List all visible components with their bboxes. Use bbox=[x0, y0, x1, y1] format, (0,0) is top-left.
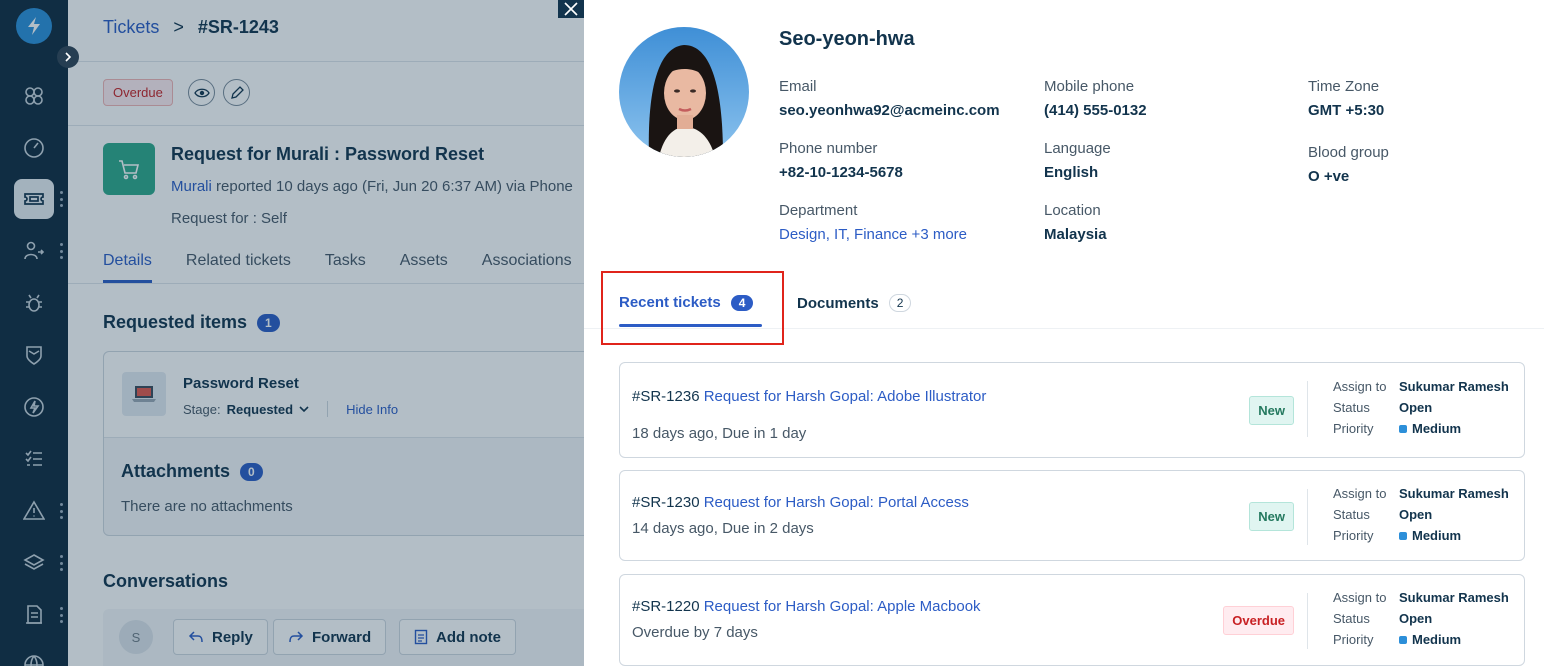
assign-label: Assign to bbox=[1333, 486, 1387, 501]
ticket-meta: Assign to Sukumar Ramesh Status Open Pri… bbox=[1333, 486, 1509, 543]
mobile-phone-label: Mobile phone bbox=[1044, 78, 1135, 95]
divider bbox=[1307, 489, 1308, 545]
ticket-card[interactable]: #SR-1220 Request for Harsh Gopal: Apple … bbox=[619, 574, 1525, 666]
priority-text: Medium bbox=[1412, 528, 1462, 543]
ticket-meta: Assign to Sukumar Ramesh Status Open Pri… bbox=[1333, 379, 1509, 436]
time-zone-value: GMT +5:30 bbox=[1308, 102, 1385, 119]
status-value: Open bbox=[1399, 507, 1433, 522]
blood-group-label: Blood group bbox=[1308, 144, 1389, 161]
blood-group-value: O +ve bbox=[1308, 168, 1350, 185]
time-zone-label: Time Zone bbox=[1308, 78, 1380, 95]
blood-group-field: Blood group O +ve bbox=[1308, 144, 1389, 185]
priority-dot-icon bbox=[1399, 424, 1407, 433]
priority-value: Medium bbox=[1399, 421, 1509, 436]
status-label: Status bbox=[1333, 507, 1370, 522]
status-value: Open bbox=[1399, 400, 1433, 415]
priority-text: Medium bbox=[1412, 632, 1462, 647]
status-value: Open bbox=[1399, 611, 1433, 626]
ticket-due: Overdue by 7 days bbox=[632, 624, 758, 641]
priority-dot-icon bbox=[1399, 635, 1407, 644]
status-badge: New bbox=[1249, 396, 1294, 425]
priority-dot-icon bbox=[1399, 531, 1407, 540]
ticket-id: #SR-1220 bbox=[632, 598, 700, 615]
profile-name: Seo-yeon-hwa bbox=[779, 28, 915, 50]
email-label: Email bbox=[779, 78, 817, 95]
priority-label: Priority bbox=[1333, 528, 1374, 543]
ticket-title-link[interactable]: Request for Harsh Gopal: Portal Access bbox=[704, 494, 969, 511]
ticket-heading: #SR-1220 Request for Harsh Gopal: Apple … bbox=[632, 598, 981, 615]
ticket-card[interactable]: #SR-1230 Request for Harsh Gopal: Portal… bbox=[619, 470, 1525, 561]
ticket-title-link[interactable]: Request for Harsh Gopal: Apple Macbook bbox=[704, 598, 981, 615]
priority-value: Medium bbox=[1399, 632, 1509, 647]
modal-backdrop[interactable] bbox=[0, 0, 584, 666]
location-value: Malaysia bbox=[1044, 226, 1107, 243]
divider bbox=[1307, 381, 1308, 437]
phone-number-field: Phone number +82-10-1234-5678 bbox=[779, 140, 903, 181]
language-field: Language English bbox=[1044, 140, 1111, 181]
status-label: Status bbox=[1333, 400, 1370, 415]
mobile-phone-field: Mobile phone (414) 555-0132 bbox=[1044, 78, 1147, 119]
phone-number-value: +82-10-1234-5678 bbox=[779, 164, 903, 181]
priority-value: Medium bbox=[1399, 528, 1509, 543]
requester-profile-drawer: Seo-yeon-hwa Email seo.yeonhwa92@acmeinc… bbox=[584, 0, 1544, 666]
location-field: Location Malaysia bbox=[1044, 202, 1107, 243]
assign-label: Assign to bbox=[1333, 379, 1387, 394]
ticket-id: #SR-1230 bbox=[632, 494, 700, 511]
close-icon bbox=[564, 2, 578, 16]
tab-documents[interactable]: Documents 2 bbox=[797, 294, 912, 312]
department-field: Department Design, IT, Finance +3 more bbox=[779, 202, 967, 243]
ticket-heading: #SR-1236 Request for Harsh Gopal: Adobe … bbox=[632, 388, 986, 405]
status-label: Status bbox=[1333, 611, 1370, 626]
priority-label: Priority bbox=[1333, 421, 1374, 436]
ticket-card[interactable]: #SR-1236 Request for Harsh Gopal: Adobe … bbox=[619, 362, 1525, 458]
ticket-due: 18 days ago, Due in 1 day bbox=[632, 425, 807, 442]
tab-documents-count: 2 bbox=[888, 294, 912, 312]
phone-number-label: Phone number bbox=[779, 140, 878, 157]
email-field: Email seo.yeonhwa92@acmeinc.com bbox=[779, 78, 1000, 119]
close-drawer-button[interactable] bbox=[558, 0, 584, 18]
chevron-right-icon bbox=[65, 52, 72, 62]
divider bbox=[1307, 593, 1308, 649]
priority-text: Medium bbox=[1412, 421, 1462, 436]
ticket-id: #SR-1236 bbox=[632, 388, 700, 405]
ticket-title-link[interactable]: Request for Harsh Gopal: Adobe Illustrat… bbox=[704, 388, 987, 405]
location-label: Location bbox=[1044, 202, 1101, 219]
tab-documents-label: Documents bbox=[797, 294, 879, 312]
priority-label: Priority bbox=[1333, 632, 1374, 647]
assignee: Sukumar Ramesh bbox=[1399, 379, 1509, 394]
language-value: English bbox=[1044, 164, 1099, 181]
ticket-heading: #SR-1230 Request for Harsh Gopal: Portal… bbox=[632, 494, 969, 511]
assignee: Sukumar Ramesh bbox=[1399, 486, 1509, 501]
time-zone-field: Time Zone GMT +5:30 bbox=[1308, 78, 1384, 119]
assign-label: Assign to bbox=[1333, 590, 1387, 605]
department-label: Department bbox=[779, 202, 858, 219]
ticket-meta: Assign to Sukumar Ramesh Status Open Pri… bbox=[1333, 590, 1509, 647]
highlight-box bbox=[601, 271, 784, 345]
status-badge: New bbox=[1249, 502, 1294, 531]
status-badge: Overdue bbox=[1223, 606, 1294, 635]
ticket-due: 14 days ago, Due in 2 days bbox=[632, 520, 814, 537]
department-value-link[interactable]: Design, IT, Finance +3 more bbox=[779, 226, 967, 243]
assignee: Sukumar Ramesh bbox=[1399, 590, 1509, 605]
language-label: Language bbox=[1044, 140, 1111, 157]
mobile-phone-value: (414) 555-0132 bbox=[1044, 102, 1147, 119]
email-value: seo.yeonhwa92@acmeinc.com bbox=[779, 102, 1000, 119]
profile-photo bbox=[619, 27, 749, 157]
expand-nav-button[interactable] bbox=[57, 46, 79, 68]
